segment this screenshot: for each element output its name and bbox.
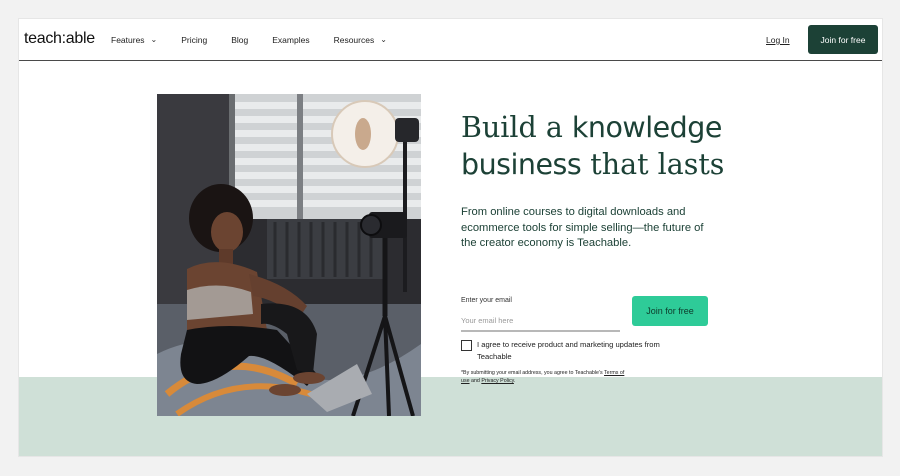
hero-subtext: From online courses to digital downloads… [461, 206, 704, 249]
creator-filming-photo [157, 94, 421, 416]
headline-business: business [461, 148, 582, 181]
hero-join-button[interactable]: Join for free [632, 296, 708, 326]
consent-row: I agree to receive product and marketing… [461, 339, 691, 363]
fine-print: *By submitting your email address, you a… [461, 369, 631, 385]
background-band [19, 377, 882, 456]
chevron-down-icon: ⌄ [380, 35, 387, 44]
nav-examples-label: Examples [272, 34, 310, 45]
hero-headline: Build a knowledge business that lasts [461, 109, 761, 183]
chevron-down-icon: ⌄ [150, 35, 158, 44]
nav-examples[interactable]: Examples [272, 35, 309, 45]
teachable-logo[interactable]: teach:able [24, 30, 95, 48]
header-join-button[interactable]: Join for free [808, 25, 878, 54]
privacy-link[interactable]: Privacy Policy [481, 378, 514, 384]
nav-features[interactable]: Features ⌄ [111, 35, 157, 45]
page-frame: teach:able Features ⌄ Pricing Blog Examp… [19, 19, 882, 456]
nav-pricing-label: Pricing [181, 34, 208, 45]
fine-print-text-2: and [469, 378, 482, 384]
top-navigation: teach:able Features ⌄ Pricing Blog Examp… [19, 19, 882, 61]
login-link[interactable]: Log In [766, 35, 790, 45]
nav-blog-label: Blog [231, 34, 249, 45]
nav-pricing[interactable]: Pricing [181, 35, 207, 45]
fine-print-text-3: . [513, 378, 516, 384]
headline-part-4: that lasts [581, 148, 725, 181]
nav-resources[interactable]: Resources ⌄ [334, 35, 387, 45]
headline-knowledge: knowledge [571, 111, 722, 144]
consent-text: I agree to receive product and marketing… [477, 340, 660, 361]
fine-print-text-1: *By submitting your email address, you a… [461, 370, 605, 376]
email-input[interactable] [461, 310, 620, 332]
nav-resources-label: Resources [333, 34, 375, 45]
consent-checkbox[interactable] [461, 340, 472, 351]
nav-features-label: Features [111, 34, 145, 45]
email-label: Enter your email [461, 297, 512, 304]
main-nav: Features ⌄ Pricing Blog Examples Resourc… [111, 19, 411, 60]
nav-blog[interactable]: Blog [231, 35, 248, 45]
headline-part-1: Build a [461, 111, 572, 144]
